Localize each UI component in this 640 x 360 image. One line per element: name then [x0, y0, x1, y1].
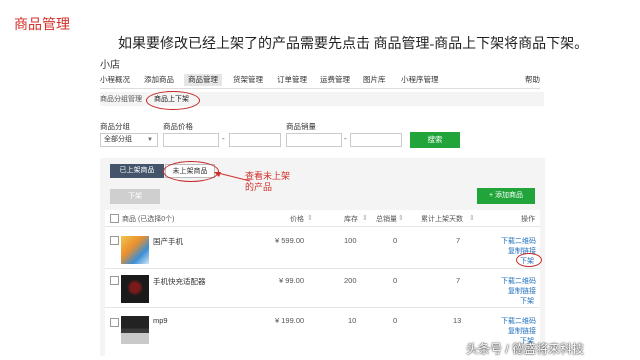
row-divider — [105, 268, 540, 269]
sales-max-input[interactable] — [350, 133, 402, 147]
price-min-input[interactable] — [163, 133, 219, 147]
product-price: ¥ 199.00 — [275, 316, 305, 325]
product-days: 7 — [456, 276, 461, 285]
nav-tab-overview[interactable]: 小程概况 — [100, 74, 130, 86]
product-days: 7 — [456, 236, 461, 245]
sort-arrows-icon[interactable]: ⇕ — [398, 214, 404, 222]
product-name[interactable]: mp9 — [153, 316, 168, 325]
search-button[interactable]: 搜索 — [410, 132, 460, 148]
header-days[interactable]: 累计上架天数 — [421, 214, 463, 224]
nav-tab-shelf-management[interactable]: 货架管理 — [233, 74, 263, 86]
product-stock: 200 — [344, 276, 357, 285]
sort-arrows-icon[interactable]: ⇕ — [469, 214, 475, 222]
header-sales[interactable]: 总销量 — [376, 214, 397, 224]
nav-tab-product-management[interactable]: 商品管理 — [184, 74, 222, 86]
sort-arrows-icon[interactable]: ⇕ — [307, 214, 313, 222]
price-max-input[interactable] — [229, 133, 281, 147]
sales-range-separator: - — [344, 134, 347, 143]
row-checkbox[interactable] — [110, 318, 119, 327]
download-qrcode-link[interactable]: 下载二维码 — [501, 236, 536, 246]
product-price: ¥ 99.00 — [279, 276, 305, 285]
header-stock[interactable]: 库存 — [344, 214, 358, 224]
nav-tab-miniprogram-management[interactable]: 小程序管理 — [401, 74, 439, 86]
header-price[interactable]: 价格 — [290, 214, 304, 224]
add-product-button[interactable]: + 添加商品 — [477, 188, 535, 204]
product-stock: 100 — [344, 236, 357, 245]
annotation-line-1: 查看未上架 — [245, 171, 291, 181]
product-thumbnail-mp9 — [121, 316, 149, 344]
price-filter-label: 商品价格 — [163, 122, 193, 131]
nav-tab-order-management[interactable]: 订单管理 — [277, 74, 307, 86]
row-divider — [105, 226, 540, 227]
sales-min-input[interactable] — [286, 133, 342, 147]
product-name[interactable]: 国产手机 — [153, 236, 183, 247]
highlight-ellipse-take-down — [516, 253, 542, 267]
group-filter-label: 商品分组 — [100, 122, 130, 131]
help-link[interactable]: 帮助 — [525, 74, 540, 86]
sales-filter-label: 商品销量 — [286, 122, 316, 131]
product-thumbnail-charger — [121, 275, 149, 303]
instruction-text: 如果要修改已经上架了的产品需要先点击 商品管理-商品上下架将商品下架。 — [118, 37, 589, 52]
bulk-down-button[interactable]: 下架 — [110, 189, 160, 204]
product-sales: 0 — [393, 236, 398, 245]
product-name[interactable]: 手机快充适配器 — [153, 276, 206, 287]
document-heading: 商品管理 — [14, 18, 70, 33]
annotation-line-2: 的产品 — [245, 182, 273, 192]
header-actions: 操作 — [521, 216, 535, 223]
highlight-ellipse-off-shelf — [163, 161, 219, 182]
product-sales: 0 — [393, 316, 398, 325]
highlight-ellipse — [146, 91, 200, 110]
subnav-group-management[interactable]: 商品分组管理 — [100, 94, 142, 104]
main-nav: 小程概况 添加商品 商品管理 货架管理 订单管理 运费管理 图片库 小程序管理 … — [100, 74, 540, 89]
row-divider — [105, 307, 540, 308]
nav-tab-add-product[interactable]: 添加商品 — [144, 74, 174, 86]
product-price: ¥ 599.00 — [275, 236, 305, 245]
take-down-link[interactable]: 下架 — [520, 296, 534, 306]
sort-arrows-icon[interactable]: ⇕ — [362, 214, 368, 222]
download-qrcode-link[interactable]: 下载二维码 — [501, 276, 536, 286]
tab-on-shelf[interactable]: 已上架商品 — [110, 164, 164, 178]
copy-link[interactable]: 复制链接 — [508, 286, 536, 296]
watermark-text: 头条号 / 德盛将来科技 — [466, 342, 585, 356]
price-range-separator: - — [222, 134, 225, 143]
product-stock: 10 — [348, 316, 357, 325]
shop-name: 小店 — [100, 60, 120, 71]
product-sales: 0 — [393, 276, 398, 285]
product-thumbnail-phone — [121, 236, 149, 264]
group-filter-value: 全部分组 — [104, 136, 132, 143]
row-checkbox[interactable] — [110, 276, 119, 285]
copy-link[interactable]: 复制链接 — [508, 326, 536, 336]
group-filter-select[interactable]: 全部分组 ▼ — [100, 133, 158, 147]
nav-tab-image-library[interactable]: 图片库 — [363, 74, 386, 86]
nav-tab-freight-management[interactable]: 运费管理 — [320, 74, 350, 86]
select-all-checkbox[interactable] — [110, 214, 119, 223]
annotation-text: 查看未上架 的产品 — [245, 171, 290, 193]
download-qrcode-link[interactable]: 下载二维码 — [501, 316, 536, 326]
product-days: 13 — [453, 316, 462, 325]
chevron-down-icon: ▼ — [147, 137, 153, 143]
header-product: 商品 (已选择0个) — [122, 216, 175, 223]
row-checkbox[interactable] — [110, 236, 119, 245]
